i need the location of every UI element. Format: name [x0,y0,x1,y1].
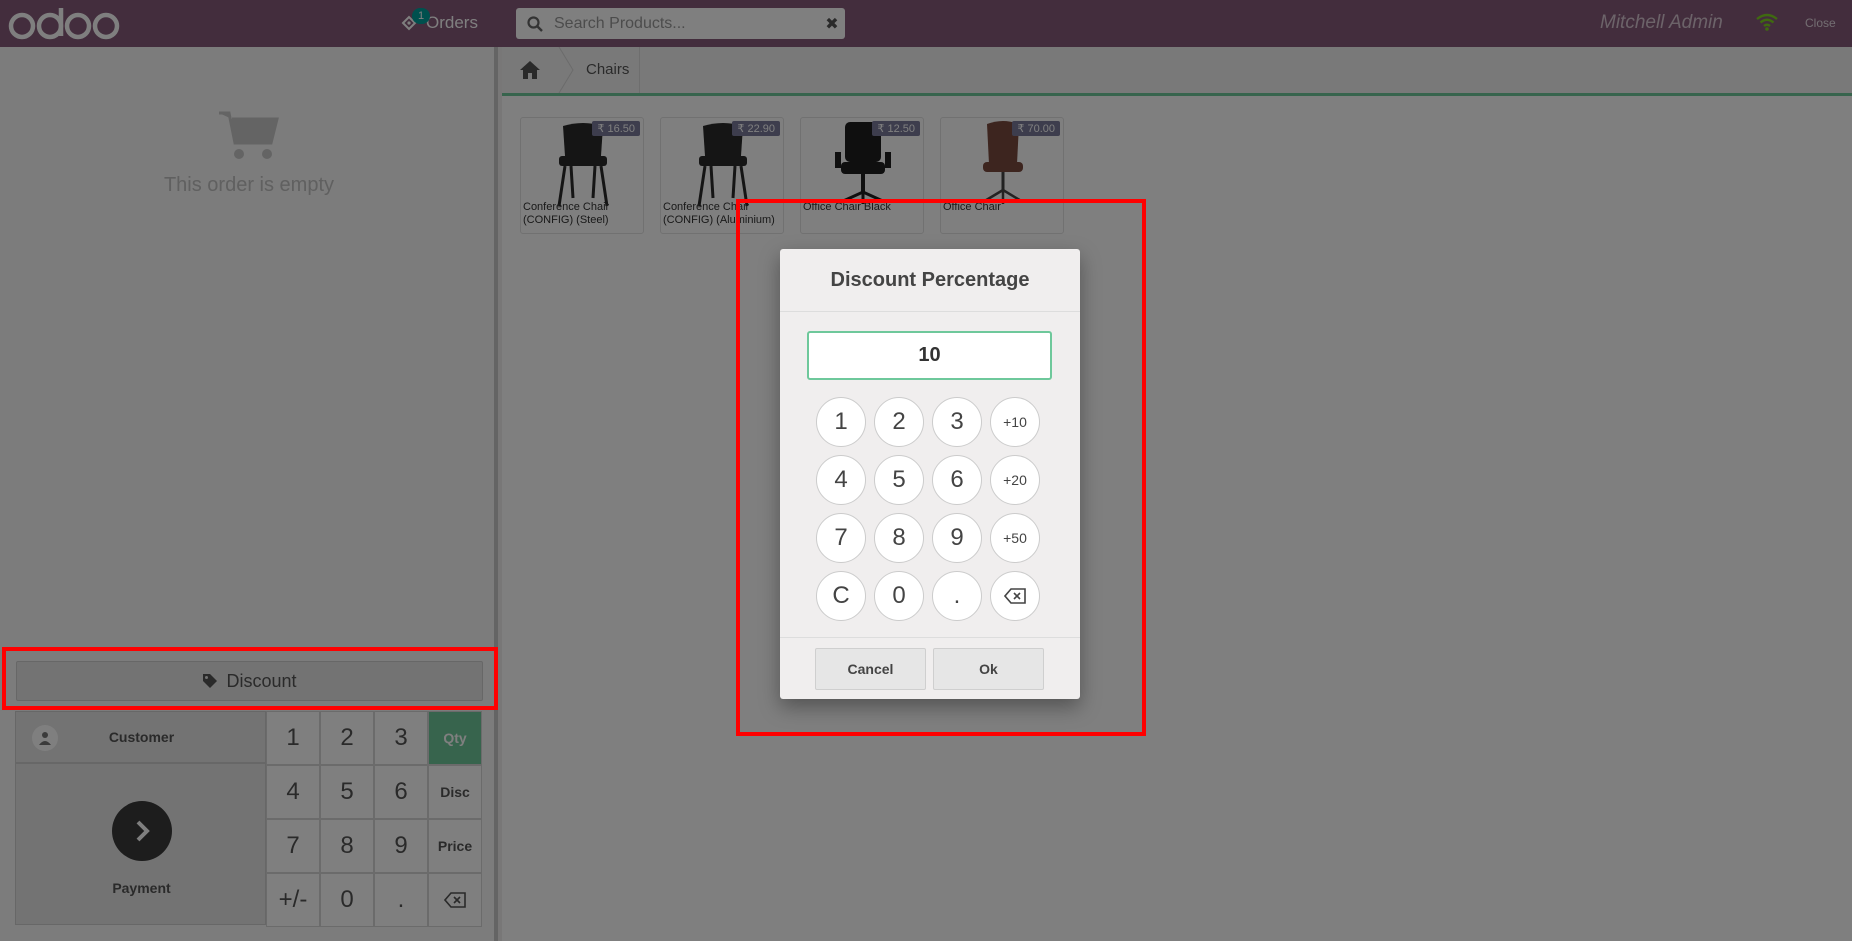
highlight-box-popup [736,199,1146,736]
highlight-box-discount [2,647,498,710]
